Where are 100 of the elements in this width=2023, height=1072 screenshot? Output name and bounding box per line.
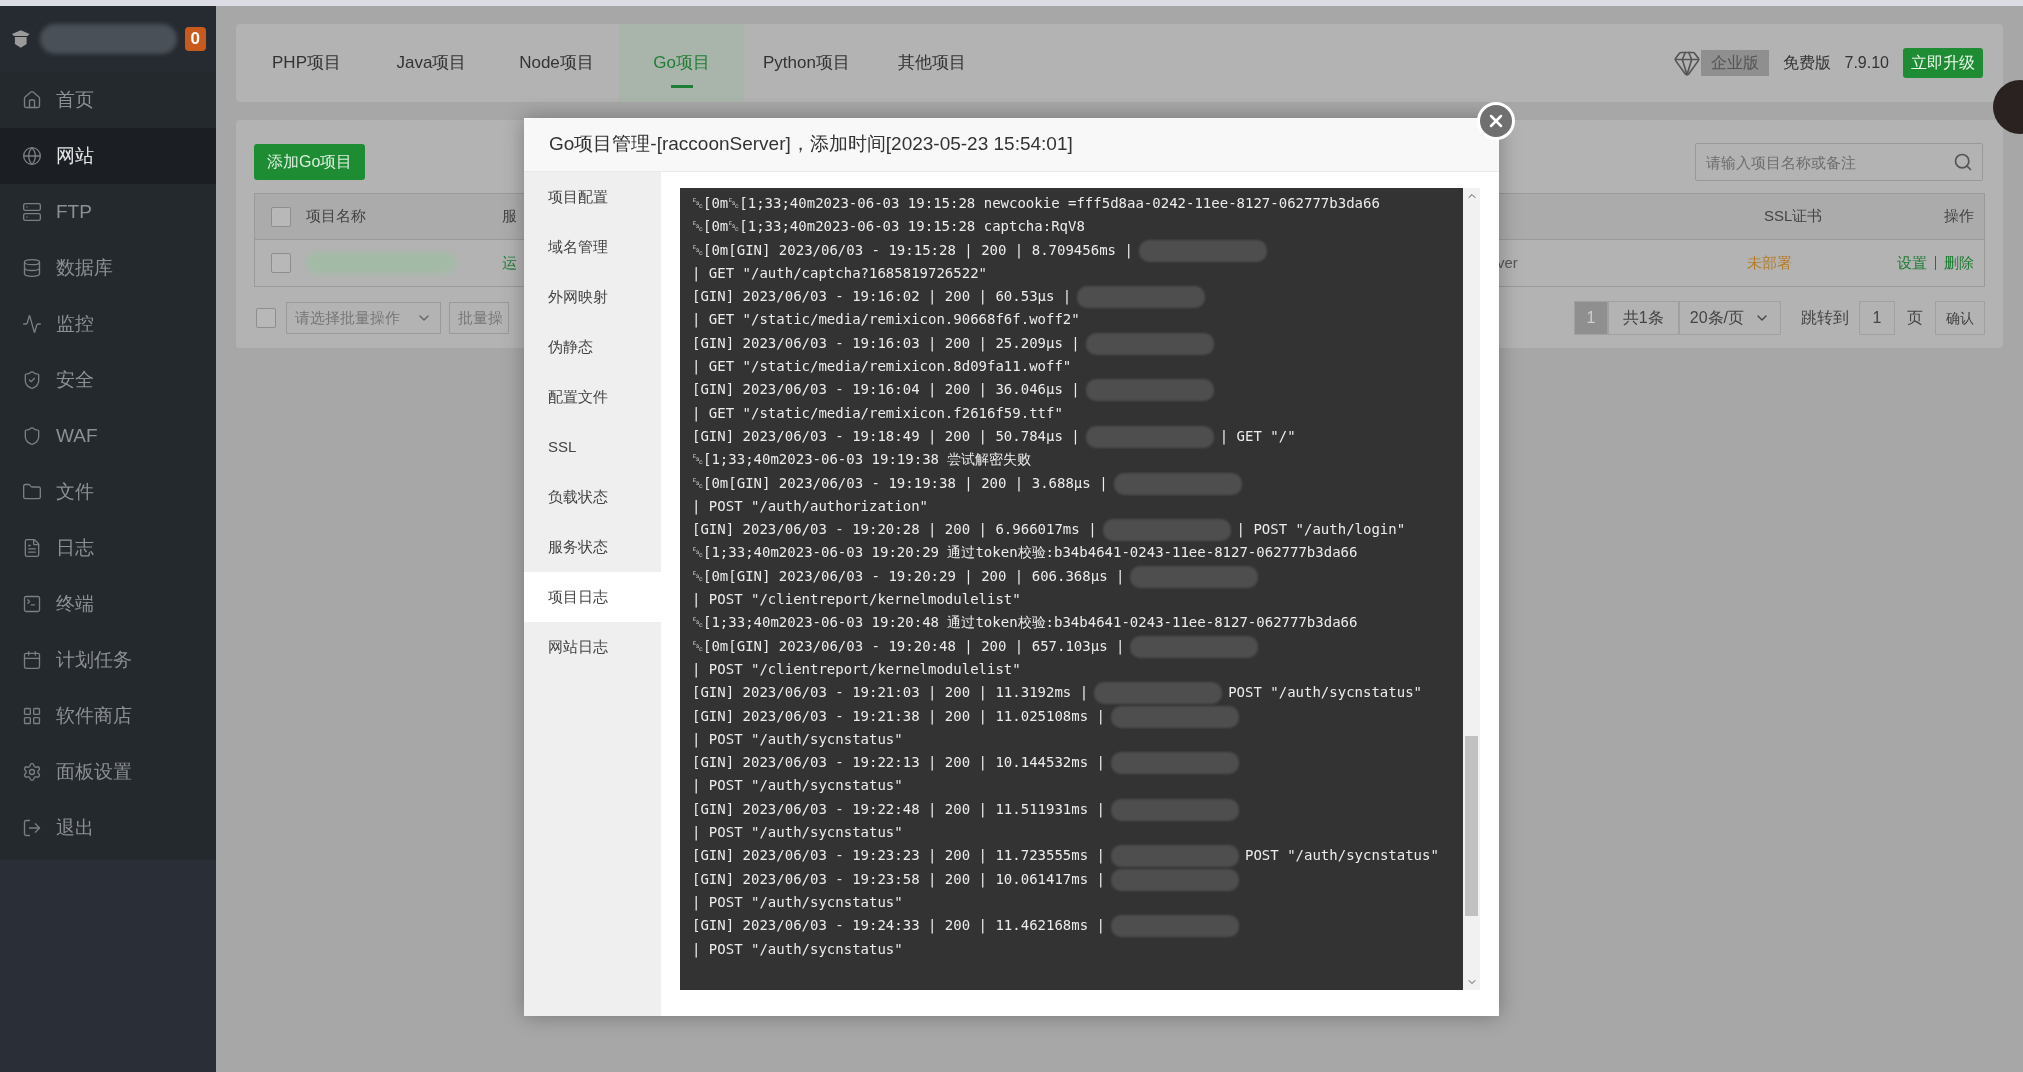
settings-icon: [22, 762, 42, 782]
log-text: [GIN] 2023/06/03 - 19:16:02 | 200 | 60.53µs |: [692, 288, 1072, 305]
total-count: 共1条: [1607, 301, 1679, 335]
search-icon[interactable]: [1953, 152, 1973, 172]
sidebar-item[interactable]: FTP: [0, 184, 216, 240]
server-icon: [22, 202, 42, 222]
close-button[interactable]: [1477, 102, 1515, 140]
log-text: | POST "/auth/sycnstatus": [692, 892, 903, 913]
sidebar-item[interactable]: 首页: [0, 72, 216, 128]
checkbox[interactable]: [270, 253, 291, 273]
column-header: 操作: [1943, 206, 1974, 227]
dialog-title: Go项目管理-[raccoonServer]，添加时间[2023-05-23 15:54:01]: [524, 118, 1499, 172]
log-text: | GET "/static/media/remixicon.f2616f59.ttf": [692, 403, 1063, 424]
log-text: | GET "/": [1219, 426, 1296, 447]
log-text: [GIN] 2023/06/03 - 19:16:03 | 200 | 25.209µs |: [692, 334, 1080, 351]
sidebar-item[interactable]: 终端: [0, 576, 216, 632]
log-line: ␛[1;33;40m2023-06-03 19:19:38 尝试解密失败: [692, 450, 1033, 470]
settings-link[interactable]: 设置: [1897, 251, 1927, 275]
edition-label: 免费版: [1782, 53, 1831, 73]
tab[interactable]: Node项目: [494, 24, 619, 102]
shield-check-icon: [22, 370, 42, 390]
log-text: | POST "/auth/login": [1236, 520, 1406, 540]
goto-label: 跳转到: [1801, 308, 1849, 328]
tab[interactable]: Python项目: [744, 24, 869, 102]
notification-badge[interactable]: 0: [184, 27, 206, 51]
dialog-nav-item[interactable]: 伪静态: [524, 322, 661, 372]
home-icon: [22, 90, 42, 110]
search-field[interactable]: 请输入项目名称或备注: [1695, 143, 1983, 181]
version-text: 7.9.10: [1844, 53, 1889, 73]
log-line: ␛[0m␛[1;33;40m2023-06-03 19:15:28 captcha:RqV8: [692, 217, 1086, 237]
tab[interactable]: 其他项目: [869, 24, 994, 102]
log-text: ␛[0m[GIN] 2023/06/03 - 19:15:28 | 200 | 8.709456ms |: [692, 241, 1133, 258]
dialog-nav-item[interactable]: 服务状态: [524, 522, 661, 572]
log-text: [GIN] 2023/06/03 - 19:22:13 | 200 | 10.144532ms |: [692, 754, 1105, 771]
log-text: | GET "/auth/captcha?1685819726522": [692, 263, 987, 284]
log-text: ␛[0m[GIN] 2023/06/03 - 19:20:48 | 200 | 657.103µs |: [692, 637, 1125, 654]
log-text: [GIN] 2023/06/03 - 19:22:48 | 200 | 11.511931ms |: [692, 800, 1105, 817]
ssl-status: 未部署: [1747, 252, 1793, 273]
globe-icon: [22, 146, 42, 166]
folder-icon: [22, 482, 42, 502]
logout-icon: [22, 818, 42, 838]
calendar-icon: [22, 650, 42, 670]
sidebar-item[interactable]: 退出: [0, 800, 216, 856]
log-text: [GIN] 2023/06/03 - 19:16:04 | 200 | 36.046µs |: [692, 381, 1080, 398]
status-text: 运: [502, 252, 517, 273]
sidebar-item[interactable]: 网站: [0, 128, 216, 184]
checkbox[interactable]: [256, 308, 276, 328]
scrollbar-thumb[interactable]: [1465, 736, 1478, 916]
dialog-nav-item[interactable]: 域名管理: [524, 222, 661, 272]
column-header: 项目名称: [306, 206, 367, 227]
pulse-icon: [22, 314, 42, 334]
page-unit: 页: [1907, 308, 1923, 328]
checkbox[interactable]: [270, 206, 291, 227]
sidebar-item[interactable]: 面板设置: [0, 744, 216, 800]
sidebar-item[interactable]: 监控: [0, 296, 216, 352]
log-text: POST "/auth/sycnstatus": [1245, 846, 1439, 866]
dialog-nav-item[interactable]: 外网映射: [524, 272, 661, 322]
log-line: ␛[1;33;40m2023-06-03 19:20:48 通过token校验:b34b4641-0243-11ee-8127-062777b3da66: [692, 613, 1359, 633]
database-icon: [22, 258, 42, 278]
delete-link[interactable]: 删除: [1944, 251, 1974, 275]
sidebar-item[interactable]: 计划任务: [0, 632, 216, 688]
logo-icon: [10, 28, 32, 50]
page-input[interactable]: 1: [1859, 301, 1895, 335]
log-text: | POST "/clientreport/kernelmodulelist": [692, 659, 1021, 680]
upgrade-button[interactable]: 立即升级: [1903, 48, 1983, 78]
log-text: POST "/auth/sycnstatus": [1228, 683, 1423, 703]
log-text: | POST "/auth/sycnstatus": [692, 729, 903, 750]
add-project-button[interactable]: 添加Go项目: [254, 144, 366, 180]
log-text: | GET "/static/media/remixicon.90668f6f.woff2": [692, 310, 1080, 330]
log-text: | POST "/auth/sycnstatus": [692, 939, 903, 960]
dialog-nav-item[interactable]: 负载状态: [524, 472, 661, 522]
column-header: 服: [502, 206, 517, 227]
log-text: ␛[0m[GIN] 2023/06/03 - 19:19:38 | 200 | 3.688µs |: [692, 474, 1108, 491]
tab[interactable]: Java项目: [369, 24, 494, 102]
dialog-nav-item[interactable]: 项目配置: [524, 172, 661, 222]
confirm-button[interactable]: 确认: [1935, 301, 1985, 335]
log-text: [GIN] 2023/06/03 - 19:23:23 | 200 | 11.723555ms |: [692, 847, 1105, 864]
sidebar-item[interactable]: 安全: [0, 352, 216, 408]
page-size-select[interactable]: 20条/页: [1678, 301, 1781, 335]
log-text: | POST "/auth/sycnstatus": [692, 776, 903, 796]
sidebar-item[interactable]: WAF: [0, 408, 216, 464]
log-text: [GIN] 2023/06/03 - 19:21:03 | 200 | 11.3192ms |: [692, 684, 1089, 701]
dialog-nav-item[interactable]: 网站日志: [524, 622, 661, 672]
document-icon: [22, 538, 42, 558]
scrollbar[interactable]: [1463, 188, 1480, 990]
shield-icon: [22, 426, 42, 446]
column-header: SSL证书: [1764, 206, 1824, 227]
tab[interactable]: PHP项目: [244, 24, 369, 102]
log-text: [GIN] 2023/06/03 - 19:18:49 | 200 | 50.784µs |: [692, 427, 1080, 444]
sidebar-item[interactable]: 软件商店: [0, 688, 216, 744]
enterprise-label[interactable]: 企业版: [1700, 50, 1769, 76]
log-text: | GET "/static/media/remixicon.8d09fa11.woff": [692, 357, 1072, 377]
dialog-nav-item[interactable]: SSL: [524, 422, 661, 472]
dialog-nav-item[interactable]: 项目日志: [524, 572, 661, 622]
sidebar-item[interactable]: 文件: [0, 464, 216, 520]
sidebar-item[interactable]: 数据库: [0, 240, 216, 296]
dialog-nav-item[interactable]: 配置文件: [524, 372, 661, 422]
tab[interactable]: Go项目: [619, 24, 744, 102]
sidebar-item[interactable]: 日志: [0, 520, 216, 576]
log-text: | POST "/auth/sycnstatus": [692, 823, 903, 843]
